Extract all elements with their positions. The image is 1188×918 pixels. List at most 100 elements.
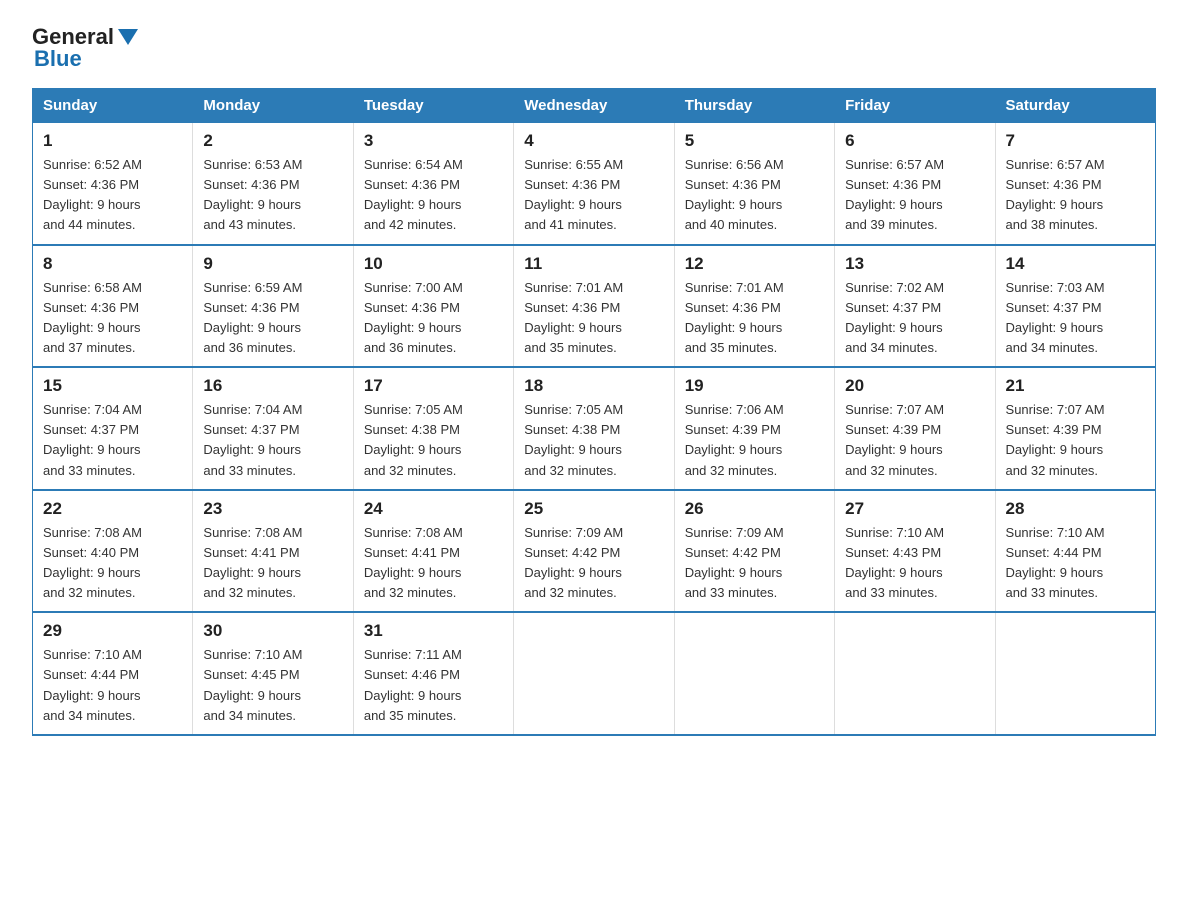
day-info: Sunrise: 7:01 AMSunset: 4:36 PMDaylight:… (685, 278, 824, 359)
day-info: Sunrise: 7:08 AMSunset: 4:41 PMDaylight:… (203, 523, 342, 604)
header-row: Sunday Monday Tuesday Wednesday Thursday… (33, 89, 1156, 123)
day-number: 10 (364, 254, 503, 274)
calendar-cell: 29 Sunrise: 7:10 AMSunset: 4:44 PMDayligh… (33, 612, 193, 735)
calendar-cell: 5 Sunrise: 6:56 AMSunset: 4:36 PMDaylight… (674, 123, 834, 245)
day-info: Sunrise: 6:56 AMSunset: 4:36 PMDaylight:… (685, 155, 824, 236)
day-number: 18 (524, 376, 663, 396)
day-number: 3 (364, 131, 503, 151)
calendar-cell: 4 Sunrise: 6:55 AMSunset: 4:36 PMDaylight… (514, 123, 674, 245)
day-number: 4 (524, 131, 663, 151)
calendar-table: Sunday Monday Tuesday Wednesday Thursday… (32, 88, 1156, 736)
calendar-cell: 26 Sunrise: 7:09 AMSunset: 4:42 PMDayligh… (674, 490, 834, 613)
day-info: Sunrise: 7:05 AMSunset: 4:38 PMDaylight:… (524, 400, 663, 481)
day-info: Sunrise: 7:05 AMSunset: 4:38 PMDaylight:… (364, 400, 503, 481)
day-number: 30 (203, 621, 342, 641)
day-info: Sunrise: 7:10 AMSunset: 4:45 PMDaylight:… (203, 645, 342, 726)
day-info: Sunrise: 7:04 AMSunset: 4:37 PMDaylight:… (203, 400, 342, 481)
calendar-cell: 12 Sunrise: 7:01 AMSunset: 4:36 PMDayligh… (674, 245, 834, 368)
calendar-week-row: 1Sunrise: 6:52 AMSunset: 4:36 PMDaylight… (33, 123, 1156, 245)
day-number: 26 (685, 499, 824, 519)
col-thursday: Thursday (674, 89, 834, 123)
day-number: 31 (364, 621, 503, 641)
calendar-cell: 17 Sunrise: 7:05 AMSunset: 4:38 PMDayligh… (353, 367, 513, 490)
calendar-cell: 20Sunrise: 7:07 AMSunset: 4:39 PMDayligh… (835, 367, 995, 490)
day-info: Sunrise: 7:10 AMSunset: 4:44 PMDaylight:… (43, 645, 182, 726)
col-friday: Friday (835, 89, 995, 123)
calendar-cell: 21Sunrise: 7:07 AMSunset: 4:39 PMDayligh… (995, 367, 1155, 490)
day-number: 24 (364, 499, 503, 519)
day-info: Sunrise: 7:02 AMSunset: 4:37 PMDaylight:… (845, 278, 984, 359)
calendar-cell: 28 Sunrise: 7:10 AMSunset: 4:44 PMDayligh… (995, 490, 1155, 613)
logo-triangle-icon (118, 29, 138, 45)
day-number: 9 (203, 254, 342, 274)
calendar-cell: 25 Sunrise: 7:09 AMSunset: 4:42 PMDayligh… (514, 490, 674, 613)
day-info: Sunrise: 7:08 AMSunset: 4:41 PMDaylight:… (364, 523, 503, 604)
day-number: 23 (203, 499, 342, 519)
calendar-cell: 6 Sunrise: 6:57 AMSunset: 4:36 PMDaylight… (835, 123, 995, 245)
day-info: Sunrise: 7:11 AMSunset: 4:46 PMDaylight:… (364, 645, 503, 726)
logo-blue: Blue (32, 46, 82, 72)
day-info: Sunrise: 6:58 AMSunset: 4:36 PMDaylight:… (43, 278, 182, 359)
calendar-week-row: 29 Sunrise: 7:10 AMSunset: 4:44 PMDayligh… (33, 612, 1156, 735)
calendar-week-row: 22Sunrise: 7:08 AMSunset: 4:40 PMDayligh… (33, 490, 1156, 613)
calendar-cell: 24 Sunrise: 7:08 AMSunset: 4:41 PMDayligh… (353, 490, 513, 613)
calendar-cell: 31 Sunrise: 7:11 AMSunset: 4:46 PMDayligh… (353, 612, 513, 735)
day-info: Sunrise: 6:57 AMSunset: 4:36 PMDaylight:… (1006, 155, 1145, 236)
col-sunday: Sunday (33, 89, 193, 123)
day-info: Sunrise: 7:06 AMSunset: 4:39 PMDaylight:… (685, 400, 824, 481)
day-number: 14 (1006, 254, 1145, 274)
calendar-cell (514, 612, 674, 735)
logo: General Blue (32, 24, 138, 72)
day-number: 19 (685, 376, 824, 396)
day-info: Sunrise: 7:01 AMSunset: 4:36 PMDaylight:… (524, 278, 663, 359)
col-saturday: Saturday (995, 89, 1155, 123)
col-wednesday: Wednesday (514, 89, 674, 123)
calendar-cell: 3 Sunrise: 6:54 AMSunset: 4:36 PMDaylight… (353, 123, 513, 245)
col-monday: Monday (193, 89, 353, 123)
calendar-header: Sunday Monday Tuesday Wednesday Thursday… (33, 89, 1156, 123)
calendar-cell: 30 Sunrise: 7:10 AMSunset: 4:45 PMDayligh… (193, 612, 353, 735)
day-info: Sunrise: 6:59 AMSunset: 4:36 PMDaylight:… (203, 278, 342, 359)
calendar-cell: 8 Sunrise: 6:58 AMSunset: 4:36 PMDaylight… (33, 245, 193, 368)
day-number: 16 (203, 376, 342, 396)
day-info: Sunrise: 7:04 AMSunset: 4:37 PMDaylight:… (43, 400, 182, 481)
day-info: Sunrise: 7:08 AMSunset: 4:40 PMDaylight:… (43, 523, 182, 604)
calendar-week-row: 15 Sunrise: 7:04 AMSunset: 4:37 PMDayligh… (33, 367, 1156, 490)
col-tuesday: Tuesday (353, 89, 513, 123)
calendar-cell: 2 Sunrise: 6:53 AMSunset: 4:36 PMDaylight… (193, 123, 353, 245)
day-info: Sunrise: 7:09 AMSunset: 4:42 PMDaylight:… (685, 523, 824, 604)
day-info: Sunrise: 7:07 AMSunset: 4:39 PMDaylight:… (1006, 400, 1145, 481)
calendar-cell: 11Sunrise: 7:01 AMSunset: 4:36 PMDayligh… (514, 245, 674, 368)
day-number: 7 (1006, 131, 1145, 151)
calendar-cell: 10 Sunrise: 7:00 AMSunset: 4:36 PMDayligh… (353, 245, 513, 368)
day-number: 28 (1006, 499, 1145, 519)
day-number: 15 (43, 376, 182, 396)
day-number: 1 (43, 131, 182, 151)
calendar-cell: 16 Sunrise: 7:04 AMSunset: 4:37 PMDayligh… (193, 367, 353, 490)
day-number: 6 (845, 131, 984, 151)
day-number: 8 (43, 254, 182, 274)
calendar-cell: 19 Sunrise: 7:06 AMSunset: 4:39 PMDayligh… (674, 367, 834, 490)
calendar-body: 1Sunrise: 6:52 AMSunset: 4:36 PMDaylight… (33, 123, 1156, 735)
day-info: Sunrise: 6:54 AMSunset: 4:36 PMDaylight:… (364, 155, 503, 236)
calendar-cell: 22Sunrise: 7:08 AMSunset: 4:40 PMDayligh… (33, 490, 193, 613)
calendar-cell (674, 612, 834, 735)
calendar-week-row: 8 Sunrise: 6:58 AMSunset: 4:36 PMDaylight… (33, 245, 1156, 368)
day-number: 2 (203, 131, 342, 151)
day-info: Sunrise: 6:55 AMSunset: 4:36 PMDaylight:… (524, 155, 663, 236)
calendar-cell (995, 612, 1155, 735)
day-number: 17 (364, 376, 503, 396)
calendar-cell: 18 Sunrise: 7:05 AMSunset: 4:38 PMDayligh… (514, 367, 674, 490)
day-number: 12 (685, 254, 824, 274)
day-info: Sunrise: 6:57 AMSunset: 4:36 PMDaylight:… (845, 155, 984, 236)
day-number: 25 (524, 499, 663, 519)
calendar-cell: 15 Sunrise: 7:04 AMSunset: 4:37 PMDayligh… (33, 367, 193, 490)
day-number: 5 (685, 131, 824, 151)
page-header: General Blue (32, 24, 1156, 72)
day-info: Sunrise: 6:53 AMSunset: 4:36 PMDaylight:… (203, 155, 342, 236)
day-info: Sunrise: 7:00 AMSunset: 4:36 PMDaylight:… (364, 278, 503, 359)
calendar-cell: 7 Sunrise: 6:57 AMSunset: 4:36 PMDaylight… (995, 123, 1155, 245)
day-info: Sunrise: 7:10 AMSunset: 4:44 PMDaylight:… (1006, 523, 1145, 604)
day-info: Sunrise: 7:09 AMSunset: 4:42 PMDaylight:… (524, 523, 663, 604)
day-number: 29 (43, 621, 182, 641)
